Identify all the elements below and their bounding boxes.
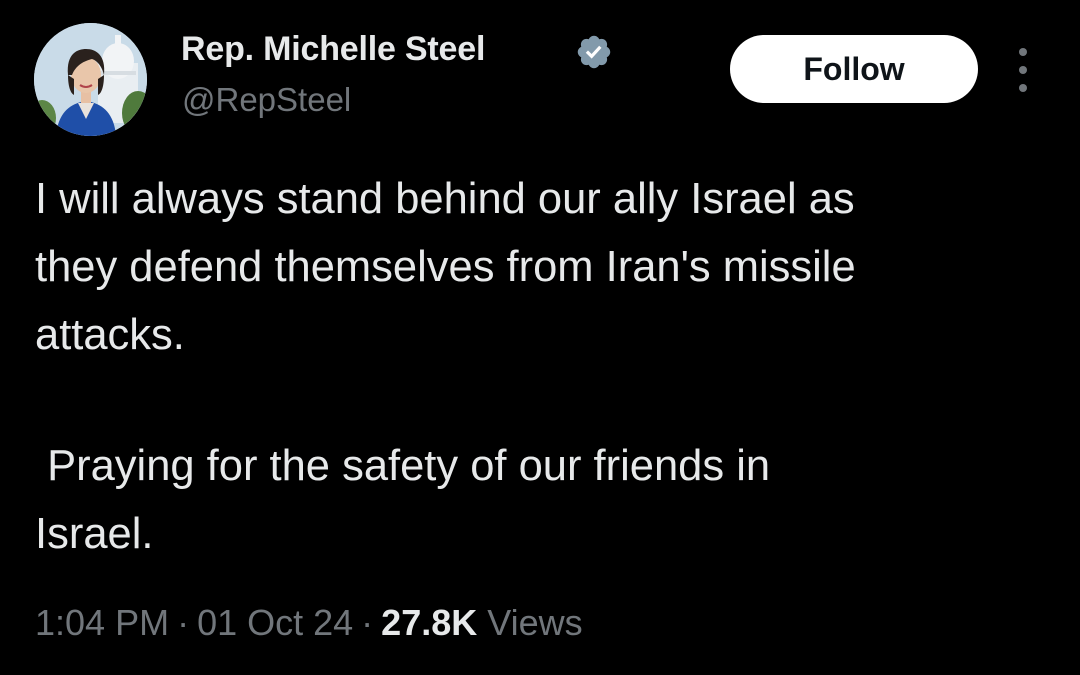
views-label: Views	[487, 602, 583, 643]
tweet-body-paragraph-1: I will always stand behind our ally Isra…	[35, 165, 1045, 369]
more-dot	[1019, 66, 1027, 74]
tweet-line: they defend themselves from Iran's missi…	[35, 243, 856, 291]
author-handle[interactable]: @RepSteel	[182, 81, 351, 119]
views-count[interactable]: 27.8K	[381, 602, 477, 644]
meta-separator: ·	[177, 602, 190, 643]
meta-separator: ·	[361, 602, 374, 643]
author-display-name[interactable]: Rep. Michelle Steel	[181, 30, 485, 69]
more-dot	[1019, 48, 1027, 56]
tweet-line: Israel.	[35, 510, 154, 558]
verified-badge-icon	[575, 33, 613, 71]
tweet-line: attacks.	[35, 311, 185, 359]
profile-avatar[interactable]	[34, 23, 147, 136]
more-vertical-icon[interactable]	[1008, 48, 1038, 92]
avatar-image	[34, 23, 147, 136]
tweet-body-paragraph-2: Praying for the safety of our friends in…	[35, 432, 1045, 568]
tweet-card: Rep. Michelle Steel @RepSteel Follow I w…	[0, 0, 1080, 675]
tweet-date[interactable]: 01 Oct 24	[197, 602, 353, 644]
tweet-meta: 1:04 PM · 01 Oct 24 · 27.8K Views	[35, 602, 583, 644]
tweet-line: Praying for the safety of our friends in	[35, 442, 771, 490]
more-dot	[1019, 84, 1027, 92]
follow-button[interactable]: Follow	[730, 35, 978, 103]
tweet-line: I will always stand behind our ally Isra…	[35, 175, 855, 223]
tweet-time[interactable]: 1:04 PM	[35, 602, 169, 644]
